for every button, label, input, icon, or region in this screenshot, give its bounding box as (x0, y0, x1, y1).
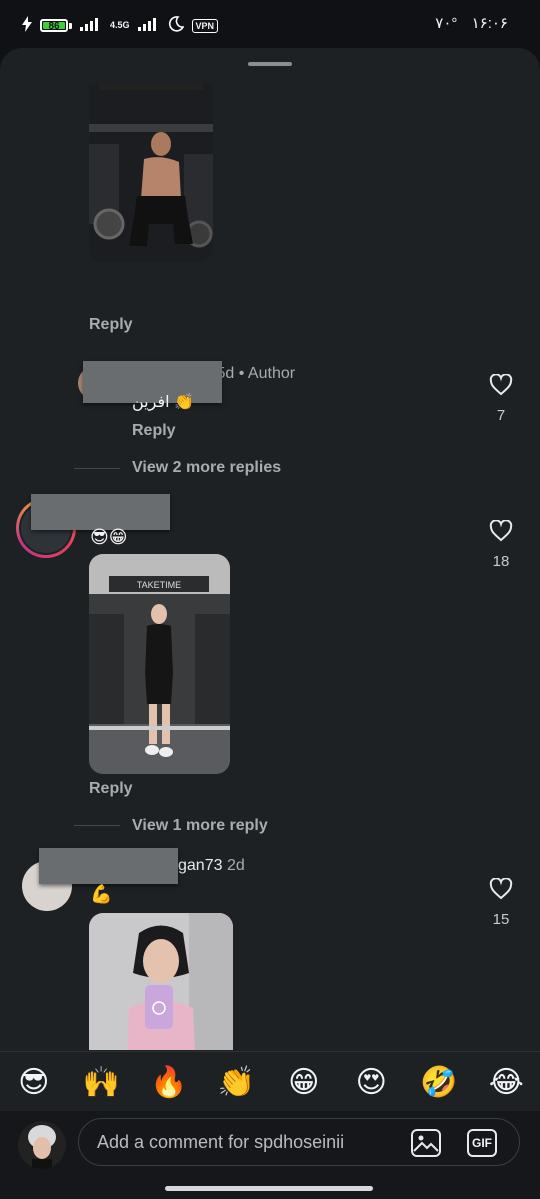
emoji-button-fire[interactable]: 🔥 (147, 1060, 191, 1104)
image-icon[interactable] (411, 1129, 441, 1157)
emoji-button-grin[interactable]: 😁 (282, 1060, 326, 1104)
like-count: 18 (492, 553, 510, 570)
moon-icon (168, 16, 184, 35)
emoji-button-heart-eyes[interactable]: 😍 (349, 1060, 393, 1104)
sheet-drag-handle[interactable] (248, 62, 292, 66)
like-button[interactable]: 18 (481, 519, 521, 570)
emoji-button-sunglasses[interactable]: 😎 (12, 1060, 56, 1104)
comment-header: gan73 2d (178, 857, 245, 875)
comment-input[interactable]: Add a comment for spdhoseinii GIF (78, 1118, 520, 1166)
divider (74, 468, 120, 469)
like-count: 7 (496, 407, 506, 424)
username[interactable]: gan73 (178, 857, 223, 874)
status-bar: 86 4.5G VPN ۷۰° ۱۶:۰۶ (0, 0, 540, 52)
heart-icon (489, 373, 513, 396)
view-more-replies[interactable]: View 1 more reply (132, 817, 268, 835)
emoji-button-clap[interactable]: 👏 (214, 1060, 258, 1104)
comment-text-body: افرین (132, 394, 170, 411)
comment-emoji: 😎😁 (90, 527, 128, 548)
like-button[interactable]: 7 (481, 373, 521, 424)
gym-sign-text: TAKETIME (137, 580, 181, 590)
comment-input-placeholder: Add a comment for spdhoseinii (97, 1132, 345, 1152)
redaction-block (31, 494, 170, 530)
vpn-badge: VPN (191, 18, 219, 33)
gif-button[interactable]: GIF (467, 1129, 497, 1157)
emoji-quick-bar: 😎 🙌 🔥 👏 😁 😍 🤣 😂 (0, 1051, 540, 1112)
emoji-button-rofl[interactable]: 🤣 (417, 1060, 461, 1104)
comment-photo-selfie[interactable] (89, 913, 233, 1050)
like-count: 15 (492, 911, 510, 928)
comment-photo-gym-man[interactable] (89, 84, 213, 262)
heart-icon (489, 519, 513, 542)
comments-list[interactable]: Reply spdhoseinii 5d • Author افرین 👏 Re… (0, 84, 540, 1050)
charging-icon (22, 16, 32, 35)
comment-emoji: 👏 (174, 392, 194, 411)
current-user-avatar (18, 1121, 66, 1169)
battery-level: 86 (43, 22, 65, 32)
reply-button[interactable]: Reply (132, 422, 176, 440)
comments-sheet: Reply spdhoseinii 5d • Author افرین 👏 Re… (0, 48, 540, 1199)
like-button[interactable]: 15 (481, 877, 521, 928)
network-type: 4.5G (110, 20, 130, 30)
comment-photo-gym-woman[interactable]: TAKETIME (89, 554, 230, 774)
view-more-replies[interactable]: View 2 more replies (132, 459, 281, 477)
status-right: ۷۰° ۱۶:۰۶ (435, 14, 508, 32)
signal-icon-2 (137, 17, 160, 34)
status-extra: ۷۰° (435, 15, 458, 32)
reply-button[interactable]: Reply (89, 316, 133, 334)
clock: ۱۶:۰۶ (471, 15, 508, 32)
home-indicator[interactable] (165, 1186, 373, 1191)
comment-age: 2d (226, 857, 245, 874)
battery-icon: 86 (40, 19, 72, 32)
divider (74, 825, 120, 826)
redaction-block (39, 848, 178, 884)
emoji-button-joy[interactable]: 😂 (484, 1060, 528, 1104)
heart-icon (489, 877, 513, 900)
reply-button[interactable]: Reply (89, 780, 133, 798)
emoji-button-raised-hands[interactable]: 🙌 (79, 1060, 123, 1104)
comment-emoji: 💪 (90, 884, 113, 905)
comment-text: افرین 👏 (132, 392, 194, 412)
status-icons-left: 86 4.5G VPN (22, 16, 219, 35)
signal-icon (80, 17, 102, 34)
author-tag: • Author (238, 365, 296, 382)
